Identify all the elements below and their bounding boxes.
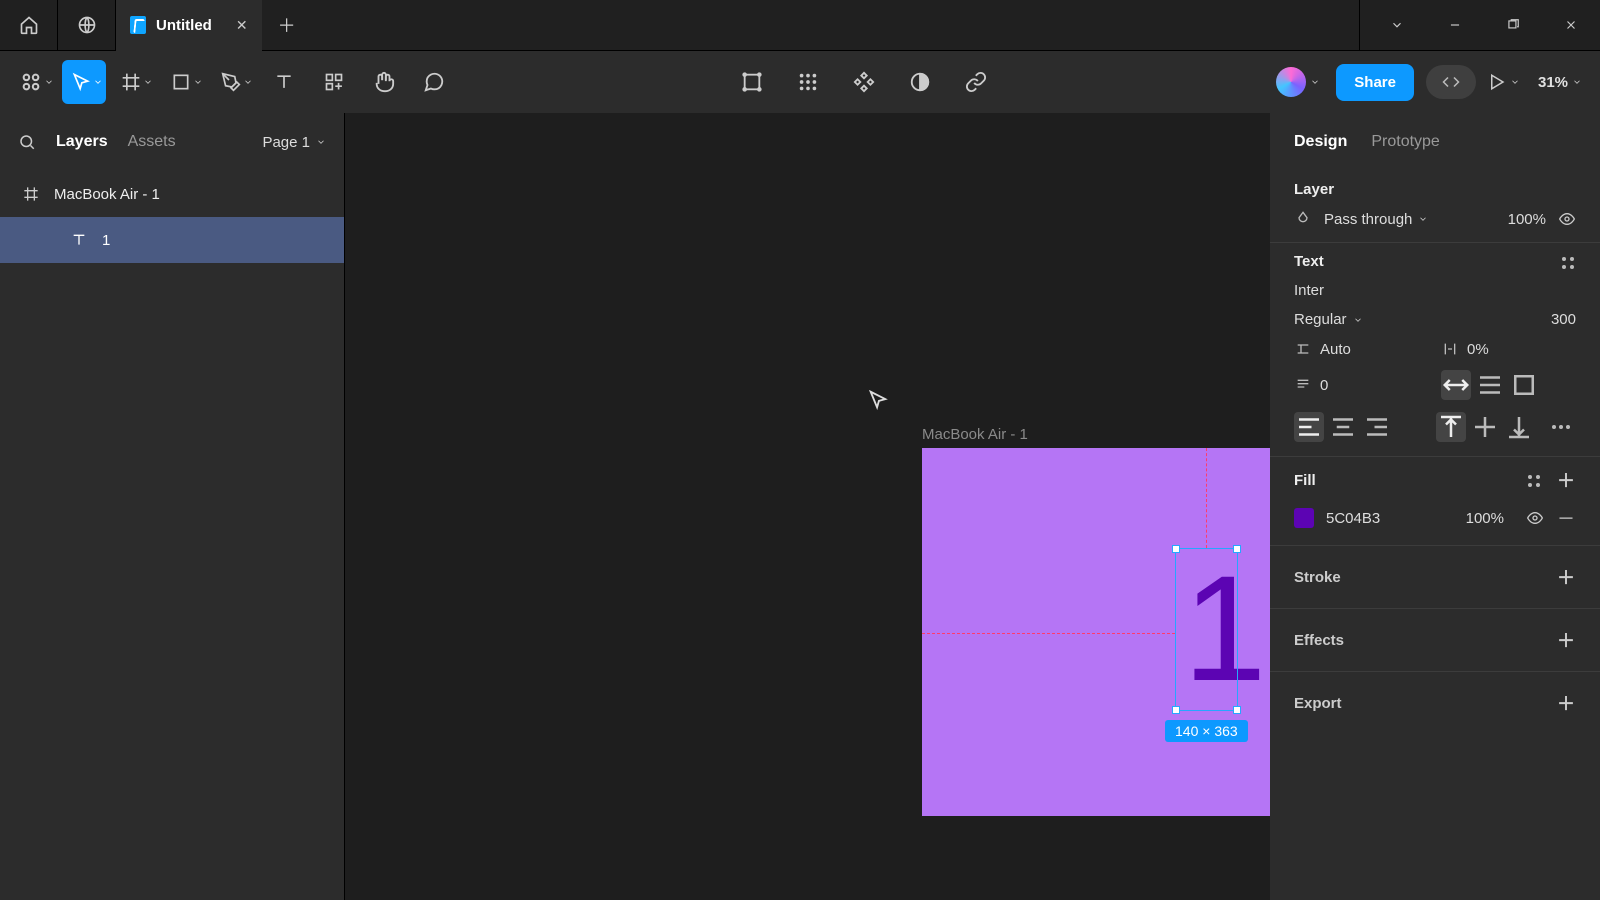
- avatar: [1276, 67, 1306, 97]
- pen-tool[interactable]: [212, 60, 256, 104]
- text-more-options[interactable]: [1546, 412, 1576, 442]
- present-button[interactable]: [1488, 73, 1520, 91]
- page-selector[interactable]: Page 1: [262, 134, 326, 151]
- line-height-icon: [1294, 340, 1312, 358]
- hand-tool[interactable]: [362, 60, 406, 104]
- close-tab-button[interactable]: ✕: [236, 17, 248, 34]
- assets-tab[interactable]: Assets: [128, 133, 176, 151]
- resize-handle-tr[interactable]: [1233, 545, 1241, 553]
- comment-tool[interactable]: [412, 60, 456, 104]
- add-effect-button[interactable]: ＋: [1556, 627, 1576, 653]
- text-tool[interactable]: [262, 60, 306, 104]
- alignment-guide-vertical: [1206, 448, 1207, 548]
- cursor-icon: [867, 389, 889, 411]
- document-title: Untitled: [156, 17, 212, 34]
- fill-hex-input[interactable]: 5C04B3: [1326, 510, 1380, 527]
- dev-mode-button[interactable]: [1426, 65, 1476, 99]
- blend-mode-value: Pass through: [1324, 211, 1412, 228]
- paragraph-spacing-input[interactable]: 0: [1320, 377, 1328, 394]
- canvas[interactable]: MacBook Air - 1 1 140 × 363: [345, 113, 1270, 900]
- layer-row-text[interactable]: 1: [0, 217, 344, 263]
- letter-spacing-input[interactable]: 0%: [1467, 341, 1489, 358]
- resources-tool[interactable]: [312, 60, 356, 104]
- font-weight-select[interactable]: Regular: [1294, 311, 1363, 328]
- font-size-input[interactable]: 300: [1551, 311, 1576, 328]
- grid-tool[interactable]: [786, 60, 830, 104]
- layer-section-title: Layer: [1294, 181, 1576, 198]
- link-tool[interactable]: [954, 60, 998, 104]
- search-icon[interactable]: [18, 133, 36, 151]
- line-height-input[interactable]: Auto: [1320, 341, 1351, 358]
- page-label: Page 1: [262, 134, 310, 151]
- user-avatar-menu[interactable]: [1272, 67, 1324, 97]
- layers-tab[interactable]: Layers: [56, 133, 108, 151]
- window-maximize-button[interactable]: [1484, 0, 1542, 51]
- text-align-center[interactable]: [1328, 412, 1358, 442]
- zoom-control[interactable]: 31%: [1532, 74, 1588, 91]
- frame-icon: [22, 186, 40, 202]
- text-align-top[interactable]: [1436, 412, 1466, 442]
- fill-style-button[interactable]: [1528, 473, 1542, 487]
- selection-dimensions: 140 × 363: [1165, 720, 1248, 742]
- shape-tool[interactable]: [162, 60, 206, 104]
- home-tab[interactable]: [0, 0, 58, 51]
- zoom-value: 31%: [1538, 74, 1568, 91]
- share-button[interactable]: Share: [1336, 64, 1414, 101]
- text-layer-icon: [70, 232, 88, 248]
- resize-handle-bl[interactable]: [1172, 706, 1180, 714]
- layer-row-frame[interactable]: MacBook Air - 1: [0, 171, 344, 217]
- blend-opacity-icon: [1294, 210, 1312, 228]
- fill-opacity-input[interactable]: 100%: [1466, 510, 1504, 527]
- new-tab-button[interactable]: ＋: [262, 0, 312, 51]
- blend-mode-select[interactable]: Pass through: [1324, 211, 1428, 228]
- layer-text-name: 1: [102, 232, 110, 249]
- remove-fill-button[interactable]: －: [1556, 505, 1576, 531]
- fill-section-title: Fill: [1294, 472, 1316, 489]
- add-export-button[interactable]: ＋: [1556, 690, 1576, 716]
- font-family-select[interactable]: Inter: [1294, 282, 1324, 299]
- text-resize-fixed[interactable]: [1509, 370, 1539, 400]
- window-close-button[interactable]: [1542, 0, 1600, 51]
- resize-handle-tl[interactable]: [1172, 545, 1180, 553]
- layer-opacity-input[interactable]: 100%: [1508, 211, 1546, 228]
- text-align-left[interactable]: [1294, 412, 1324, 442]
- letter-spacing-icon: [1441, 340, 1459, 358]
- layer-frame-name: MacBook Air - 1: [54, 186, 160, 203]
- prototype-tab[interactable]: Prototype: [1371, 133, 1439, 151]
- stroke-section-title[interactable]: Stroke: [1294, 569, 1341, 586]
- text-align-right[interactable]: [1362, 412, 1392, 442]
- main-menu-button[interactable]: [12, 60, 56, 104]
- move-tool[interactable]: [62, 60, 106, 104]
- window-minimize-button[interactable]: [1426, 0, 1484, 51]
- text-resize-auto-height[interactable]: [1475, 370, 1505, 400]
- community-tab[interactable]: [58, 0, 116, 51]
- text-resize-auto-width[interactable]: [1441, 370, 1471, 400]
- font-weight-value: Regular: [1294, 311, 1347, 328]
- add-fill-button[interactable]: ＋: [1556, 467, 1576, 493]
- text-align-middle[interactable]: [1470, 412, 1500, 442]
- selection-box[interactable]: [1175, 548, 1238, 711]
- alignment-guide-horizontal: [922, 633, 1175, 634]
- document-tab[interactable]: Untitled ✕: [116, 0, 262, 51]
- design-tab[interactable]: Design: [1294, 133, 1347, 151]
- fill-color-swatch[interactable]: [1294, 508, 1314, 528]
- fill-visibility-toggle[interactable]: [1526, 509, 1544, 527]
- effects-section-title[interactable]: Effects: [1294, 632, 1344, 649]
- chevron-down-button[interactable]: [1368, 0, 1426, 51]
- paragraph-spacing-icon: [1294, 376, 1312, 394]
- create-component-button[interactable]: [842, 60, 886, 104]
- canvas-frame-label[interactable]: MacBook Air - 1: [922, 426, 1028, 443]
- figma-file-icon: [130, 16, 146, 34]
- visibility-toggle[interactable]: [1558, 210, 1576, 228]
- resize-handle-br[interactable]: [1233, 706, 1241, 714]
- export-section-title[interactable]: Export: [1294, 695, 1342, 712]
- component-instance-tool[interactable]: [730, 60, 774, 104]
- text-align-bottom[interactable]: [1504, 412, 1534, 442]
- text-style-button[interactable]: [1562, 255, 1576, 269]
- frame-tool[interactable]: [112, 60, 156, 104]
- mask-tool[interactable]: [898, 60, 942, 104]
- add-stroke-button[interactable]: ＋: [1556, 564, 1576, 590]
- text-section-title: Text: [1294, 253, 1324, 270]
